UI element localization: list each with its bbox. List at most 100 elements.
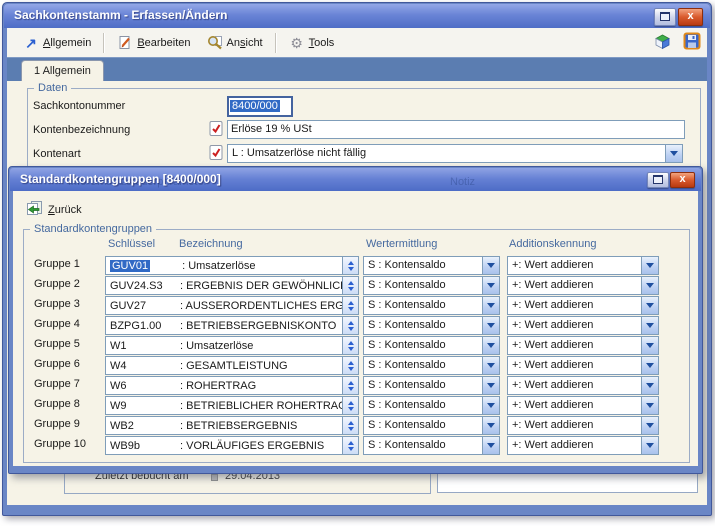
dropdown-arrow-icon[interactable] [482, 417, 499, 434]
additionskennung-select[interactable]: +: Wert addieren [507, 396, 659, 415]
schluessel-value[interactable]: W6 [110, 380, 180, 392]
spinner-down-icon[interactable] [348, 387, 354, 391]
dropdown-arrow-icon[interactable] [641, 257, 658, 274]
schluessel-spinner[interactable] [342, 436, 359, 455]
dropdown-arrow-icon[interactable] [641, 397, 658, 414]
additionskennung-select[interactable]: +: Wert addieren [507, 376, 659, 395]
kontenbezeichnung-input[interactable]: Erlöse 19 % USt [227, 120, 685, 139]
schluessel-value[interactable]: BZPG1.00 [110, 320, 180, 332]
dropdown-arrow-icon[interactable] [482, 437, 499, 454]
tab-allgemein[interactable]: 1 Allgemein [21, 60, 104, 82]
dropdown-arrow-icon[interactable] [482, 317, 499, 334]
additionskennung-select[interactable]: +: Wert addieren [507, 336, 659, 355]
dropdown-arrow-icon[interactable] [482, 277, 499, 294]
schluessel-spinner[interactable] [342, 316, 359, 335]
menu-item-tools[interactable]: ⚙ Tools [281, 32, 343, 54]
sachkontonummer-input[interactable]: 8400/000 [227, 96, 293, 117]
schluessel-field[interactable]: W1: Umsatzerlöse [105, 336, 345, 355]
dialog-close-button[interactable]: x [670, 172, 695, 188]
additionskennung-select[interactable]: +: Wert addieren [507, 256, 659, 275]
additionskennung-select[interactable]: +: Wert addieren [507, 296, 659, 315]
wertermittlung-select[interactable]: S : Kontensaldo [363, 436, 500, 455]
dropdown-arrow-icon[interactable] [482, 257, 499, 274]
schluessel-field[interactable]: WB9b: VORLÄUFIGES ERGEBNIS [105, 436, 345, 455]
schluessel-field[interactable]: BZPG1.00: BETRIEBSERGEBNISKONTO [105, 316, 345, 335]
schluessel-field[interactable]: GUV01: Umsatzerlöse [105, 256, 345, 275]
spinner-up-icon[interactable] [348, 341, 354, 345]
dropdown-arrow-icon[interactable] [482, 337, 499, 354]
spinner-up-icon[interactable] [348, 401, 354, 405]
spinner-up-icon[interactable] [348, 321, 354, 325]
back-button[interactable]: Zurück [21, 198, 86, 221]
wertermittlung-select[interactable]: S : Kontensaldo [363, 296, 500, 315]
schluessel-field[interactable]: GUV27: AUSSERORDENTLICHES ERGEBNIS [105, 296, 345, 315]
dropdown-arrow-icon[interactable] [641, 337, 658, 354]
wertermittlung-select[interactable]: S : Kontensaldo [363, 396, 500, 415]
spinner-down-icon[interactable] [348, 307, 354, 311]
wertermittlung-select[interactable]: S : Kontensaldo [363, 416, 500, 435]
schluessel-value[interactable]: GUV27 [110, 300, 180, 312]
spinner-down-icon[interactable] [348, 327, 354, 331]
dropdown-arrow-icon[interactable] [641, 417, 658, 434]
spinner-up-icon[interactable] [348, 301, 354, 305]
schluessel-value[interactable]: W1 [110, 340, 180, 352]
additionskennung-select[interactable]: +: Wert addieren [507, 436, 659, 455]
schluessel-field[interactable]: W9: BETRIEBLICHER ROHERTRAG [105, 396, 345, 415]
dropdown-arrow-icon[interactable] [641, 277, 658, 294]
spinner-down-icon[interactable] [348, 447, 354, 451]
spinner-up-icon[interactable] [348, 441, 354, 445]
additionskennung-select[interactable]: +: Wert addieren [507, 316, 659, 335]
spinner-up-icon[interactable] [348, 261, 354, 265]
schluessel-spinner[interactable] [342, 416, 359, 435]
dropdown-arrow-icon[interactable] [482, 297, 499, 314]
schluessel-value[interactable]: W4 [110, 360, 180, 372]
schluessel-spinner[interactable] [342, 356, 359, 375]
spinner-down-icon[interactable] [348, 267, 354, 271]
schluessel-spinner[interactable] [342, 276, 359, 295]
save-icon[interactable] [683, 32, 701, 53]
spinner-down-icon[interactable] [348, 407, 354, 411]
dropdown-arrow-icon[interactable] [641, 437, 658, 454]
wertermittlung-select[interactable]: S : Kontensaldo [363, 356, 500, 375]
dropdown-arrow-icon[interactable] [482, 377, 499, 394]
dropdown-arrow-icon[interactable] [482, 357, 499, 374]
spinner-up-icon[interactable] [348, 281, 354, 285]
dropdown-arrow-icon[interactable] [665, 145, 682, 162]
menu-item-allgemein[interactable]: ↗ Allgemein [15, 32, 99, 54]
main-title-bar[interactable]: Sachkontenstamm - Erfassen/Ändern x [4, 4, 710, 28]
menu-item-ansicht[interactable]: Ansicht [199, 32, 271, 54]
schluessel-field[interactable]: GUV24.S3: ERGEBNIS DER GEWÖHNLICHEN GES [105, 276, 345, 295]
spinner-down-icon[interactable] [348, 347, 354, 351]
wertermittlung-select[interactable]: S : Kontensaldo [363, 256, 500, 275]
schluessel-spinner[interactable] [342, 376, 359, 395]
kontenart-select[interactable]: L : Umsatzerlöse nicht fällig [227, 144, 683, 163]
schluessel-value[interactable]: W9 [110, 400, 180, 412]
dropdown-arrow-icon[interactable] [482, 397, 499, 414]
additionskennung-select[interactable]: +: Wert addieren [507, 416, 659, 435]
wertermittlung-select[interactable]: S : Kontensaldo [363, 276, 500, 295]
schluessel-spinner[interactable] [342, 336, 359, 355]
cube-icon[interactable] [654, 33, 671, 53]
schluessel-spinner[interactable] [342, 256, 359, 275]
schluessel-spinner[interactable] [342, 396, 359, 415]
schluessel-field[interactable]: W4: GESAMTLEISTUNG [105, 356, 345, 375]
spinner-up-icon[interactable] [348, 381, 354, 385]
restore-button[interactable] [654, 8, 676, 26]
schluessel-value[interactable]: GUV24.S3 [110, 280, 180, 292]
dialog-restore-button[interactable] [647, 172, 669, 188]
schluessel-value[interactable]: WB2 [110, 420, 180, 432]
dropdown-arrow-icon[interactable] [641, 317, 658, 334]
wertermittlung-select[interactable]: S : Kontensaldo [363, 336, 500, 355]
schluessel-field[interactable]: W6: ROHERTRAG [105, 376, 345, 395]
close-button[interactable]: x [678, 8, 703, 26]
dialog-title-bar[interactable]: Info/Umsatzsteuerparameter Notiz Standar… [10, 168, 701, 191]
menu-item-bearbeiten[interactable]: Bearbeiten [109, 32, 198, 54]
wertermittlung-select[interactable]: S : Kontensaldo [363, 316, 500, 335]
dropdown-arrow-icon[interactable] [641, 377, 658, 394]
spinner-up-icon[interactable] [348, 421, 354, 425]
spinner-down-icon[interactable] [348, 367, 354, 371]
additionskennung-select[interactable]: +: Wert addieren [507, 356, 659, 375]
wertermittlung-select[interactable]: S : Kontensaldo [363, 376, 500, 395]
schluessel-field[interactable]: WB2: BETRIEBSERGEBNIS [105, 416, 345, 435]
dropdown-arrow-icon[interactable] [641, 357, 658, 374]
